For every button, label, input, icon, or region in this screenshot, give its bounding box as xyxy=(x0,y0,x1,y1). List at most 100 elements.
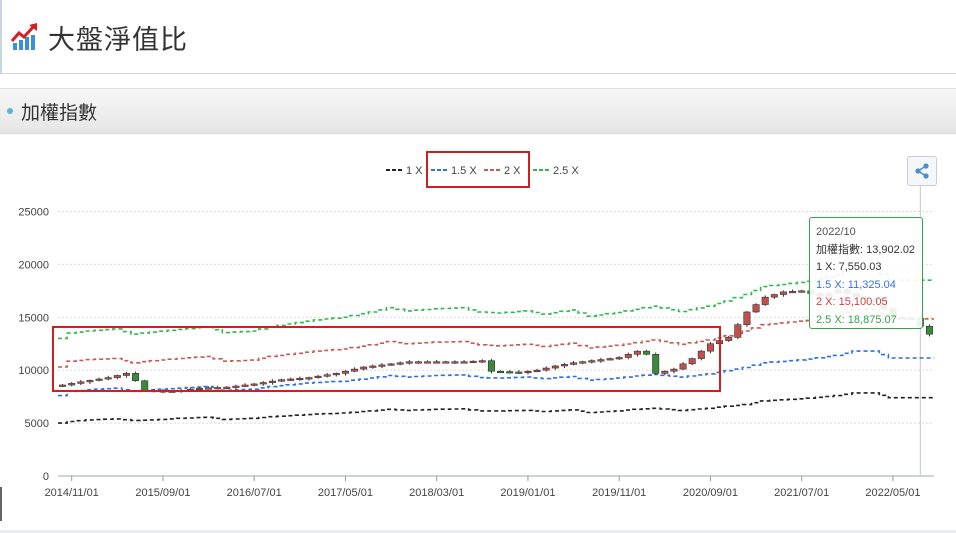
candle-body xyxy=(59,384,67,387)
candle-body xyxy=(487,360,495,372)
candle-body xyxy=(332,373,340,376)
candle-body xyxy=(752,304,760,313)
page-header: 大盤淨值比 xyxy=(0,0,956,74)
candle-body xyxy=(305,377,313,380)
candle-body xyxy=(314,375,322,378)
candle-body xyxy=(697,350,705,359)
candle-body xyxy=(679,363,687,370)
x-tick-label: 2016/07/01 xyxy=(227,487,282,499)
candle-body xyxy=(405,361,413,364)
candle-body xyxy=(652,354,660,374)
x-tick-label: 2022/05/01 xyxy=(865,487,920,499)
x-tick-label: 2014/11/01 xyxy=(45,487,99,499)
candle-body xyxy=(195,387,203,390)
series-line-s3 xyxy=(58,308,934,368)
candle-body xyxy=(579,361,587,364)
page-title: 大盤淨值比 xyxy=(48,25,188,56)
candle-body xyxy=(433,361,441,364)
candle-body xyxy=(214,387,222,390)
series-line-s1 xyxy=(58,392,934,424)
candle-body xyxy=(743,311,751,325)
candle-body xyxy=(396,362,404,365)
y-tick-label: 15000 xyxy=(18,312,49,324)
candle-body xyxy=(451,361,459,364)
candle-body xyxy=(77,381,85,384)
x-tick-label: 2019/11/01 xyxy=(592,487,646,499)
candle-body xyxy=(661,370,669,374)
candle-body xyxy=(460,361,468,364)
candle-body xyxy=(378,364,386,367)
x-tick-label: 2017/05/01 xyxy=(318,487,373,499)
x-tick-label: 2018/03/01 xyxy=(409,487,464,499)
candle-body xyxy=(232,385,240,388)
y-tick-label: 5000 xyxy=(25,418,49,430)
candle-body xyxy=(104,377,112,380)
candle-body xyxy=(779,291,787,295)
candle-body xyxy=(725,337,733,341)
legend-label-s3: 2 X xyxy=(504,165,521,177)
candle-body xyxy=(615,357,623,360)
x-tick-label: 2015/09/01 xyxy=(135,487,190,499)
candle-body xyxy=(588,360,596,363)
candle-body xyxy=(414,361,422,364)
tooltip-index-value: 加權指數: 13,902.02 xyxy=(816,243,916,256)
candle-body xyxy=(369,365,377,368)
left-edge-marker xyxy=(0,487,2,521)
y-tick-label: 0 xyxy=(43,471,49,483)
candle-body xyxy=(533,369,541,372)
legend-label-s1: 1 X xyxy=(406,165,423,177)
x-tick-label: 2020/09/01 xyxy=(683,487,738,499)
candle-body xyxy=(497,370,505,374)
candle-body xyxy=(524,370,532,374)
x-tick-label: 2021/07/01 xyxy=(774,487,829,499)
candle-body xyxy=(670,368,678,372)
candle-body xyxy=(122,373,130,376)
candle-body xyxy=(250,383,258,386)
candle-body xyxy=(132,373,140,382)
candle-body xyxy=(278,379,286,382)
tooltip-2-5x-value: 2.5 X: 18,875.07 xyxy=(816,313,897,326)
candle-body xyxy=(633,350,641,355)
candle-body xyxy=(341,370,349,374)
candle-body xyxy=(478,360,486,363)
candle-body xyxy=(551,365,559,369)
candle-body xyxy=(223,386,231,389)
tooltip-1x-value: 1 X: 7,550.03 xyxy=(816,261,882,273)
candle-body xyxy=(570,362,578,365)
tooltip-1-5x-value: 1.5 X: 11,325.04 xyxy=(816,278,896,291)
pbr-chart: 0 5000 10000 15000 20000 25000 2014/11/01 2015/… xyxy=(18,151,934,499)
candle-body xyxy=(597,359,605,362)
candle-body xyxy=(387,363,395,366)
candle-body xyxy=(113,375,121,378)
candle-body xyxy=(624,354,632,358)
y-tick-label: 10000 xyxy=(18,365,49,377)
share-icon xyxy=(915,163,929,179)
candle-body xyxy=(506,371,514,374)
candle-body xyxy=(296,377,304,381)
bullet-icon xyxy=(7,108,13,114)
candle-body xyxy=(606,358,614,361)
candle-body xyxy=(706,343,714,352)
candle-body xyxy=(688,358,696,365)
candle-body xyxy=(925,325,933,335)
section-title: 加權指數 xyxy=(21,102,98,124)
y-tick-label: 20000 xyxy=(18,259,49,271)
candle-body xyxy=(643,350,651,355)
legend-label-s2: 1.5 X xyxy=(451,165,477,177)
candle-body xyxy=(789,291,797,294)
candle-body xyxy=(205,387,213,390)
candle-body xyxy=(734,324,742,338)
candle-body xyxy=(798,290,806,293)
candle-body xyxy=(323,374,331,377)
candle-body xyxy=(761,296,769,305)
legend-label-s4: 2.5 X xyxy=(553,165,579,177)
candle-body xyxy=(770,294,778,298)
candle-body xyxy=(95,378,103,381)
y-tick-label: 25000 xyxy=(18,206,49,218)
export-menu-button[interactable] xyxy=(907,156,937,186)
candle-body xyxy=(360,366,368,370)
chart-tooltip: 2022/10 加權指數: 13,902.02 1 X: 7,550.03 1.… xyxy=(809,217,923,329)
candle-body xyxy=(287,378,295,381)
candle-body xyxy=(560,364,568,367)
candle-body xyxy=(469,360,477,363)
